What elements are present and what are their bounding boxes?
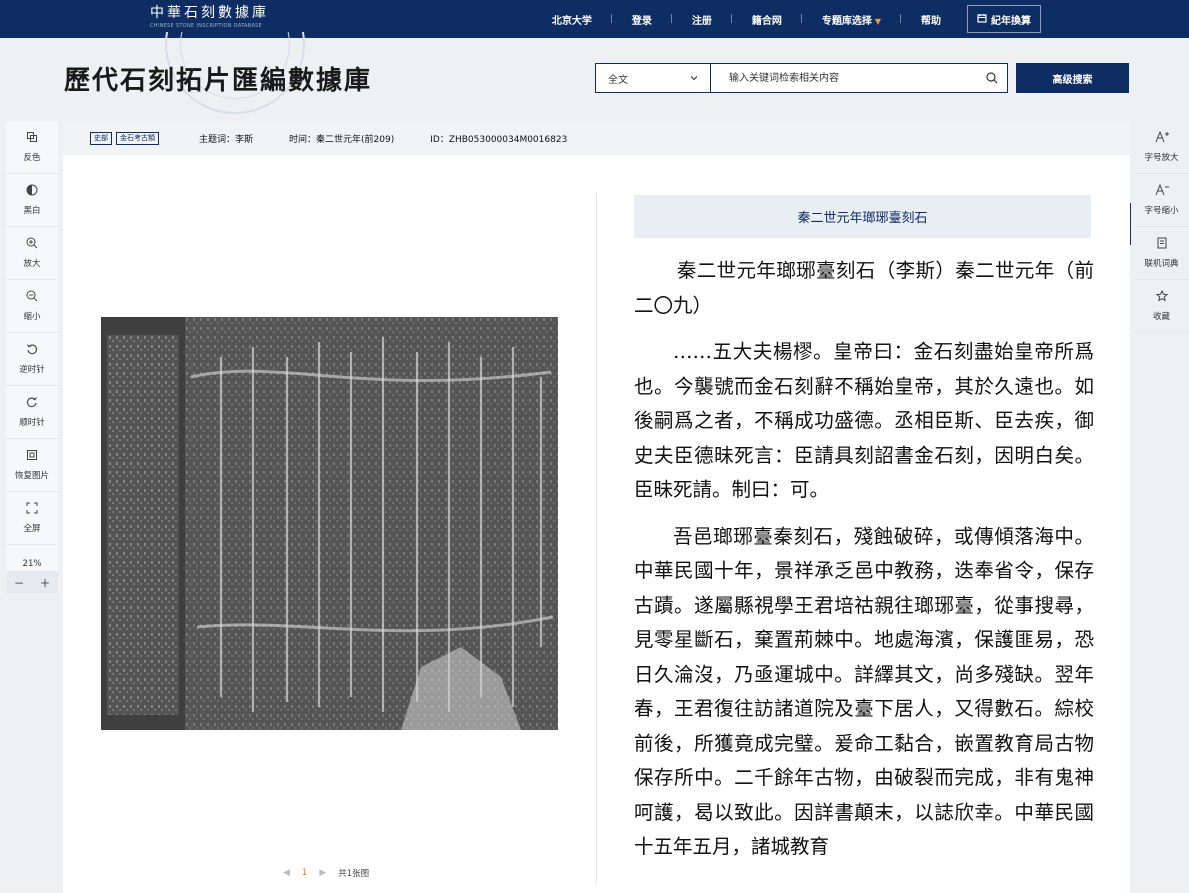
fullscreen-label: 全屏 (23, 524, 41, 534)
nav-register[interactable]: 注册 (672, 12, 732, 27)
invert-icon (26, 131, 38, 151)
nav-login[interactable]: 登录 (612, 12, 672, 27)
font-decrease-label: 字号缩小 (1144, 206, 1179, 216)
rotate-cw-label: 顺时针 (19, 418, 45, 428)
brand-subtitle: CHINESE STONE INSCRIPTION DATABASE (150, 23, 263, 29)
invert-color-button[interactable]: 反色 (6, 121, 58, 174)
page-total: 共1张图 (338, 869, 370, 879)
rotate-ccw-label: 逆时针 (19, 365, 45, 375)
zoom-out-label: 缩小 (23, 312, 41, 322)
inscription-paragraph: 吾邑瑯琊臺秦刻石，殘蝕破碎，或傳傾落海中。中華民國十年，景祥承乏邑中教務，迭奉省… (634, 524, 1094, 859)
nav-jihe[interactable]: 籍合网 (732, 12, 802, 27)
header: 歷代石刻拓片匯編數據庫 全文 高级搜索 (0, 32, 1189, 118)
calendar-icon (977, 13, 987, 26)
book-icon (1156, 237, 1168, 257)
advanced-search-button[interactable]: 高级搜索 (1016, 63, 1129, 93)
font-decrease-button[interactable]: 字号缩小 (1134, 174, 1189, 227)
zoom-in-button[interactable]: 放大 (6, 227, 58, 280)
grayscale-label: 黑白 (23, 206, 41, 216)
reset-image-label: 恢复图片 (14, 471, 49, 481)
zoom-in-icon (26, 237, 38, 257)
search-input[interactable] (711, 64, 977, 92)
nav-collection-label: 专题库选择 (821, 15, 872, 27)
search-bar: 全文 (595, 63, 1008, 93)
nav-pku[interactable]: 北京大学 (532, 12, 612, 27)
rotate-ccw-button[interactable]: 逆时针 (6, 333, 58, 386)
page-title: 歷代石刻拓片匯編數據庫 (64, 66, 373, 96)
chevron-down-icon (690, 73, 698, 84)
era-convert-label: 紀年換算 (991, 15, 1031, 27)
rotate-cw-button[interactable]: 顺时针 (6, 386, 58, 439)
zoom-out-button[interactable]: 缩小 (6, 280, 58, 333)
contrast-icon (26, 184, 38, 204)
zoom-control: − + (6, 571, 58, 593)
top-nav: 北京大学 登录 注册 籍合网 专题库选择 ▼ 帮助 紀年換算 (532, 0, 1189, 38)
search-scope-value: 全文 (608, 74, 628, 86)
inscription-title: 秦二世元年瑯琊臺刻石 (634, 195, 1091, 238)
image-toolbar: 反色 黑白 放大 缩小 逆时针 顺时针 恢复图片 全屏 21% − + (6, 121, 58, 593)
rotate-cw-icon (26, 396, 38, 416)
record-id: ID：ZHB053000034M0016823 (430, 134, 568, 145)
favorite-label: 收藏 (1152, 312, 1170, 322)
inscription-paragraph: ……五大夫楊樛。皇帝曰：金石刻盡始皇帝所爲也。今襲號而金石刻辭不稱始皇帝，其於久… (634, 340, 1094, 501)
inscription-text: 秦二世元年瑯琊臺刻石（李斯）秦二世元年（前二〇九） ……五大夫楊樛。皇帝曰：金石… (634, 254, 1094, 877)
brand-name: 中華石刻數據庫 (150, 5, 269, 21)
zoom-out-icon (26, 290, 38, 310)
dictionary-label: 联机词典 (1144, 259, 1179, 269)
nav-help[interactable]: 帮助 (901, 12, 961, 27)
subject-keyword: 主题词：李斯 (199, 134, 254, 145)
font-increase-label: 字号放大 (1144, 153, 1179, 163)
record-time: 时间：秦二世元年(前209) (289, 134, 395, 145)
image-pager: ◀ 1 ▶ 共1张图 (283, 867, 369, 879)
metadata-bar: 史部 金石考古類 主题词：李斯 时间：秦二世元年(前209) ID：ZHB053… (63, 121, 1130, 155)
rubbing-image[interactable] (101, 317, 558, 730)
font-increase-button[interactable]: 字号放大 (1134, 121, 1189, 174)
reset-image-icon (26, 449, 38, 469)
zoom-level: 21% (22, 559, 42, 569)
rotate-ccw-icon (26, 343, 38, 363)
brand-logo[interactable]: 中華石刻數據庫 CHINESE STONE INSCRIPTION DATABA… (150, 4, 269, 30)
favorite-button[interactable]: 收藏 (1134, 280, 1189, 333)
prev-page-button[interactable]: ◀ (283, 868, 290, 878)
nav-collection-select[interactable]: 专题库选择 ▼ (802, 12, 902, 27)
category-tag[interactable]: 史部 (90, 131, 112, 145)
dictionary-button[interactable]: 联机词典 (1134, 227, 1189, 280)
content-panel: 史部 金石考古類 主题词：李斯 时间：秦二世元年(前209) ID：ZHB053… (63, 121, 1130, 893)
text-toolbar: 字号放大 字号缩小 联机词典 收藏 (1134, 121, 1189, 333)
invert-label: 反色 (23, 153, 41, 163)
zoom-minus-button[interactable]: − (6, 572, 32, 593)
zoom-in-label: 放大 (23, 259, 41, 269)
category-tag[interactable]: 金石考古類 (116, 131, 159, 145)
grayscale-button[interactable]: 黑白 (6, 174, 58, 227)
era-convert-button[interactable]: 紀年換算 (967, 5, 1041, 33)
font-decrease-icon (1155, 183, 1169, 204)
fullscreen-button[interactable]: 全屏 (6, 492, 58, 545)
inscription-subtitle: 秦二世元年瑯琊臺刻石（李斯）秦二世元年（前二〇九） (634, 259, 1094, 317)
zoom-plus-button[interactable]: + (32, 572, 58, 593)
page-number[interactable]: 1 (302, 868, 307, 878)
reset-image-button[interactable]: 恢复图片 (6, 439, 58, 492)
panel-divider (596, 193, 597, 883)
font-increase-icon (1155, 130, 1169, 151)
search-icon[interactable] (977, 72, 1007, 84)
fullscreen-icon (26, 502, 38, 522)
caret-down-icon: ▼ (874, 16, 881, 26)
next-page-button[interactable]: ▶ (319, 868, 326, 878)
search-scope-select[interactable]: 全文 (596, 64, 711, 92)
star-icon (1155, 289, 1168, 310)
